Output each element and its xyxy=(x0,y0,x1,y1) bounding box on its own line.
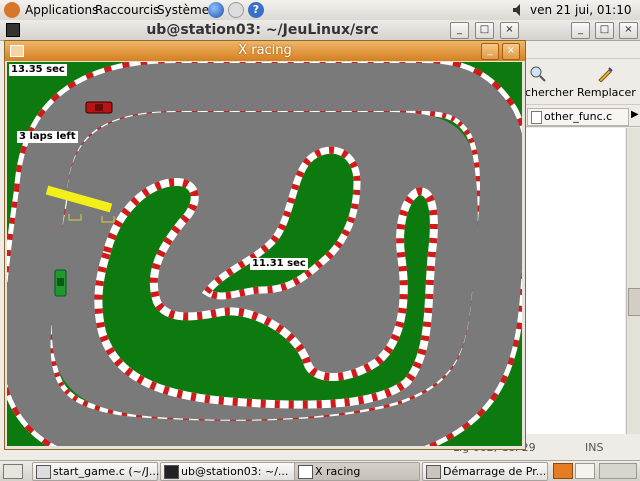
applications-menu[interactable]: Applications xyxy=(25,3,98,17)
browser-globe-icon[interactable] xyxy=(208,2,224,18)
shortcuts-menu[interactable]: Raccourcis xyxy=(95,3,159,17)
gedit-text-area[interactable] xyxy=(525,128,625,434)
replace-button[interactable]: Remplacer xyxy=(577,62,637,102)
taskbar: start_game.c (~/J... ub@station03: ~/...… xyxy=(0,460,640,481)
gedit-menubar xyxy=(525,42,640,59)
help-icon[interactable]: ? xyxy=(248,2,264,18)
terminal-icon xyxy=(164,465,179,479)
system-menu[interactable]: Système xyxy=(157,3,209,17)
workspace-switcher-active[interactable] xyxy=(553,463,573,479)
taskbar-item-terminal[interactable]: ub@station03: ~/... xyxy=(160,462,300,481)
taskbar-item-label: start_game.c (~/J... xyxy=(53,465,160,478)
mail-icon[interactable] xyxy=(228,2,244,18)
taskbar-item-startup[interactable]: Démarrage de Pr... xyxy=(422,462,548,481)
race-canvas[interactable]: 13.35 sec 3 laps left 11.31 sec xyxy=(7,62,522,446)
terminal-close-button[interactable]: × xyxy=(500,22,519,39)
preferences-icon xyxy=(426,465,441,479)
terminal-window-titlebar[interactable]: ub@station03: ~/JeuLinux/src _ □ × xyxy=(0,20,525,41)
top-panel: Applications Raccourcis Système ? ven 21… xyxy=(0,0,640,21)
gedit-close-button[interactable]: × xyxy=(619,22,638,39)
window-icon xyxy=(298,465,313,479)
x-racing-window: X racing _ × 13.35 sec 3 laps left 11.31… xyxy=(4,40,526,450)
search-button-label: chercher xyxy=(525,86,574,99)
document-icon xyxy=(531,111,542,124)
taskbar-item-start-game[interactable]: start_game.c (~/J... xyxy=(32,462,160,481)
gedit-toolbar: chercher Remplacer xyxy=(525,60,640,105)
text-editor-icon xyxy=(36,465,51,479)
taskbar-item-label: X racing xyxy=(315,465,361,478)
tab-label: other_func.c xyxy=(544,110,613,123)
gedit-statusbar: Lig 662, Col 29 INS xyxy=(453,438,640,458)
clock[interactable]: ven 21 jui, 01:10 xyxy=(530,3,631,17)
gedit-tabbar: other_func.c ▶ xyxy=(525,106,640,127)
tab-scroll-right-icon[interactable]: ▶ xyxy=(631,109,639,120)
volume-icon[interactable] xyxy=(513,4,523,16)
laps-left-label: 3 laps left xyxy=(17,131,78,143)
replace-icon xyxy=(598,67,613,82)
trash-icon[interactable] xyxy=(599,463,637,479)
show-desktop-icon[interactable] xyxy=(3,464,23,479)
x-racing-title: X racing xyxy=(238,43,292,58)
gedit-window: _ □ × chercher Remplacer other_func.c ▶ … xyxy=(453,20,640,460)
x-racing-minimize-button[interactable]: _ xyxy=(481,43,499,60)
car-green xyxy=(54,269,67,297)
ubuntu-logo-icon[interactable] xyxy=(4,2,20,18)
gedit-minimize-button[interactable]: _ xyxy=(571,22,590,39)
x-racing-titlebar[interactable]: X racing _ × xyxy=(5,41,525,61)
terminal-window-title: ub@station03: ~/JeuLinux/src xyxy=(146,22,379,38)
lap-timer: 11.31 sec xyxy=(250,258,308,270)
gedit-titlebar[interactable]: _ □ × xyxy=(525,20,640,41)
race-timer: 13.35 sec xyxy=(9,64,67,76)
taskbar-item-label: Démarrage de Pr... xyxy=(443,465,547,478)
terminal-minimize-button[interactable]: _ xyxy=(450,22,469,39)
race-track xyxy=(7,62,522,446)
status-mode: INS xyxy=(585,441,604,454)
taskbar-item-label: ub@station03: ~/... xyxy=(181,465,289,478)
gedit-scrollbar[interactable] xyxy=(626,128,640,434)
tab-other-func[interactable]: other_func.c xyxy=(527,108,629,126)
x-racing-close-button[interactable]: × xyxy=(502,43,520,60)
workspace-switcher-2[interactable] xyxy=(575,463,595,479)
gedit-maximize-button[interactable]: □ xyxy=(595,22,614,39)
replace-button-label: Remplacer xyxy=(577,86,636,99)
scrollbar-thumb[interactable] xyxy=(628,288,640,316)
taskbar-item-x-racing[interactable]: X racing xyxy=(294,462,420,481)
car-red xyxy=(85,101,113,114)
find-icon xyxy=(530,66,546,82)
terminal-maximize-button[interactable]: □ xyxy=(475,22,494,39)
search-button[interactable]: chercher xyxy=(525,62,577,102)
